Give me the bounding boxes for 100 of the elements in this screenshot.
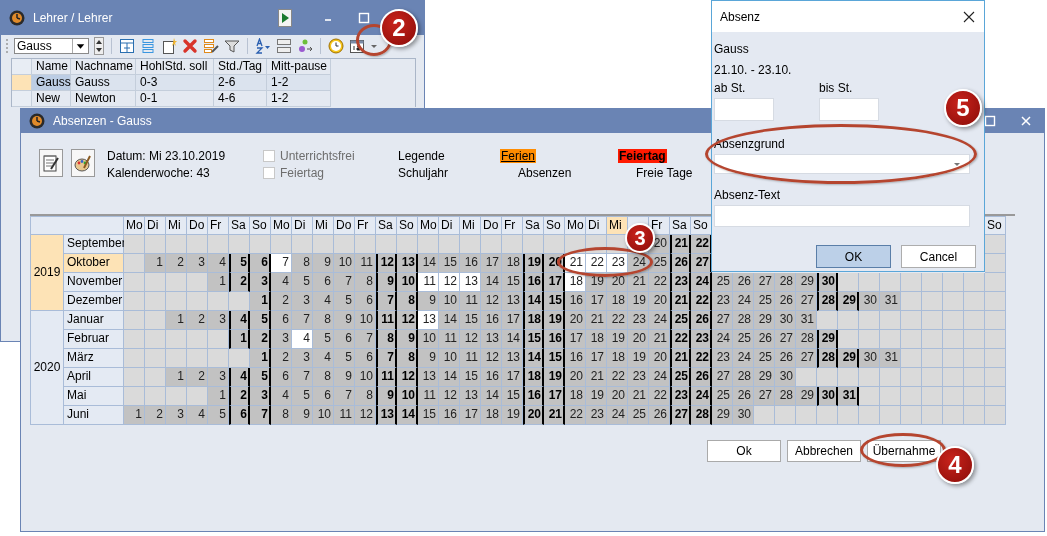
day-cell[interactable]: 17 [502, 368, 523, 387]
day-cell[interactable]: 19 [586, 387, 607, 406]
day-cell[interactable]: 14 [418, 254, 439, 273]
day-cell[interactable]: 6 [271, 311, 292, 330]
day-cell[interactable]: 22 [670, 330, 691, 349]
day-cell[interactable]: 17 [481, 254, 502, 273]
day-cell[interactable]: 11 [376, 311, 397, 330]
day-cell[interactable]: 23 [712, 292, 733, 311]
day-cell[interactable]: 1 [208, 387, 229, 406]
day-cell[interactable]: 18 [523, 368, 544, 387]
day-cell[interactable]: 12 [481, 292, 502, 311]
day-cell[interactable]: 2 [145, 406, 166, 425]
day-cell[interactable]: 3 [250, 273, 271, 292]
day-cell[interactable]: 20 [565, 368, 586, 387]
day-cell[interactable]: 23 [691, 330, 712, 349]
day-cell[interactable]: 4 [292, 330, 313, 349]
day-cell[interactable]: 25 [754, 349, 775, 368]
day-cell[interactable]: 17 [565, 330, 586, 349]
day-cell[interactable]: 23 [607, 254, 628, 273]
day-cell[interactable]: 29 [796, 387, 817, 406]
day-cell[interactable]: 8 [313, 368, 334, 387]
day-cell[interactable]: 1 [166, 368, 187, 387]
day-cell[interactable]: 7 [250, 406, 271, 425]
day-cell[interactable]: 21 [628, 387, 649, 406]
day-cell[interactable]: 13 [502, 292, 523, 311]
day-cell[interactable]: 20 [607, 273, 628, 292]
day-cell[interactable]: 11 [376, 368, 397, 387]
day-cell[interactable]: 26 [649, 406, 670, 425]
day-cell[interactable]: 1 [208, 273, 229, 292]
day-cell[interactable]: 19 [502, 406, 523, 425]
day-cell[interactable]: 18 [502, 254, 523, 273]
day-cell[interactable]: 25 [733, 330, 754, 349]
day-cell[interactable]: 14 [481, 387, 502, 406]
day-cell[interactable]: 10 [313, 406, 334, 425]
day-cell[interactable]: 22 [691, 349, 712, 368]
day-cell[interactable]: 13 [397, 254, 418, 273]
day-cell[interactable]: 28 [775, 387, 796, 406]
day-cell[interactable]: 7 [271, 254, 292, 273]
day-cell[interactable]: 24 [733, 349, 754, 368]
day-cell[interactable]: 29 [712, 406, 733, 425]
day-cell[interactable]: 27 [796, 349, 817, 368]
day-cell[interactable]: 3 [208, 311, 229, 330]
day-cell[interactable]: 4 [271, 273, 292, 292]
day-cell[interactable]: 28 [733, 311, 754, 330]
day-cell[interactable]: 12 [481, 349, 502, 368]
day-cell[interactable]: 16 [460, 254, 481, 273]
day-cell[interactable]: 19 [523, 254, 544, 273]
day-cell[interactable]: 14 [397, 406, 418, 425]
day-cell[interactable]: 10 [355, 368, 376, 387]
day-cell[interactable]: 13 [502, 349, 523, 368]
day-cell[interactable]: 19 [628, 349, 649, 368]
day-cell[interactable]: 24 [607, 406, 628, 425]
day-cell[interactable]: 4 [187, 406, 208, 425]
day-cell[interactable]: 3 [250, 387, 271, 406]
day-cell[interactable]: 25 [628, 406, 649, 425]
day-cell[interactable]: 13 [418, 368, 439, 387]
day-cell[interactable]: 14 [523, 292, 544, 311]
day-cell[interactable]: 5 [250, 368, 271, 387]
day-cell[interactable]: 5 [334, 292, 355, 311]
month-cell[interactable]: Februar [64, 330, 124, 349]
day-cell[interactable]: 12 [397, 311, 418, 330]
day-cell[interactable]: 26 [691, 311, 712, 330]
day-cell[interactable]: 13 [481, 330, 502, 349]
day-cell[interactable]: 29 [838, 292, 859, 311]
month-cell[interactable]: Mai [64, 387, 124, 406]
day-cell[interactable]: 24 [649, 368, 670, 387]
day-cell[interactable]: 12 [355, 406, 376, 425]
day-cell[interactable]: 18 [565, 273, 586, 292]
day-cell[interactable]: 8 [376, 330, 397, 349]
day-cell[interactable]: 25 [649, 254, 670, 273]
day-cell[interactable]: 7 [334, 387, 355, 406]
day-cell[interactable]: 31 [880, 292, 901, 311]
day-cell[interactable]: 19 [586, 273, 607, 292]
day-cell[interactable]: 11 [334, 406, 355, 425]
day-cell[interactable]: 12 [439, 273, 460, 292]
day-cell[interactable]: 24 [691, 387, 712, 406]
day-cell[interactable]: 1 [166, 311, 187, 330]
month-cell[interactable]: Oktober [64, 254, 124, 273]
day-cell[interactable]: 6 [271, 368, 292, 387]
day-cell[interactable]: 30 [733, 406, 754, 425]
day-cell[interactable]: 22 [586, 254, 607, 273]
day-cell[interactable]: 18 [523, 311, 544, 330]
day-cell[interactable]: 21 [670, 292, 691, 311]
month-cell[interactable]: September [64, 235, 124, 254]
day-cell[interactable]: 5 [334, 349, 355, 368]
day-cell[interactable]: 18 [565, 387, 586, 406]
day-cell[interactable]: 26 [775, 349, 796, 368]
day-cell[interactable]: 16 [565, 292, 586, 311]
day-cell[interactable]: 2 [271, 349, 292, 368]
day-cell[interactable]: 4 [208, 254, 229, 273]
day-cell[interactable]: 11 [355, 254, 376, 273]
day-cell[interactable]: 20 [649, 349, 670, 368]
day-cell[interactable]: 29 [838, 349, 859, 368]
day-cell[interactable]: 11 [439, 330, 460, 349]
day-cell[interactable]: 22 [649, 387, 670, 406]
day-cell[interactable]: 25 [712, 387, 733, 406]
day-cell[interactable]: 10 [439, 292, 460, 311]
day-cell[interactable]: 3 [166, 406, 187, 425]
day-cell[interactable]: 1 [124, 406, 145, 425]
day-cell[interactable]: 25 [754, 292, 775, 311]
